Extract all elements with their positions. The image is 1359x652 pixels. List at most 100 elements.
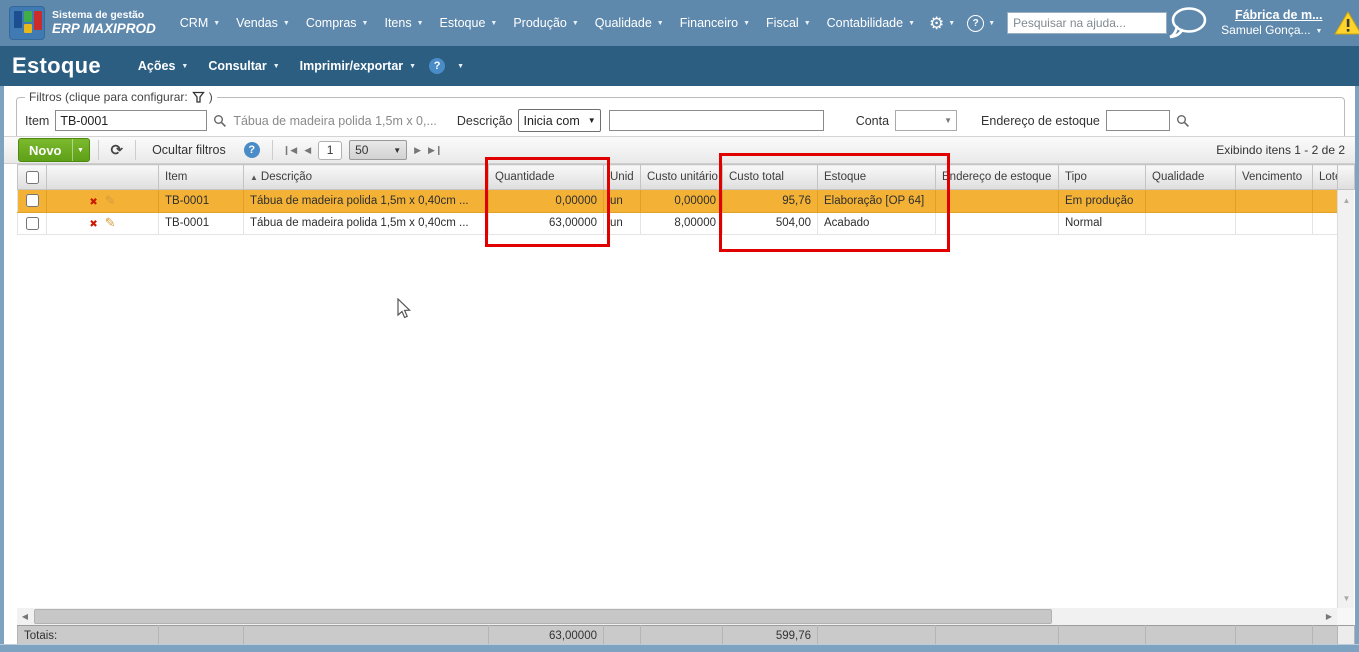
topbar-menu-qualidade[interactable]: Qualidade ▼ — [587, 10, 672, 36]
search-icon[interactable] — [213, 114, 227, 128]
topbar-menu-producao[interactable]: Produção ▼ — [505, 10, 586, 36]
company-link[interactable]: Fábrica de m... — [1221, 7, 1323, 23]
select-all-header — [17, 164, 47, 190]
refresh-icon[interactable]: ⟳ — [107, 141, 128, 159]
pagebar: Estoque Ações ▼ Consultar ▼ Imprimir/expor… — [0, 46, 1359, 86]
hide-filters-button[interactable]: Ocultar filtros — [144, 141, 234, 159]
filters-legend[interactable]: Filtros (clique para configurar: ) — [25, 90, 217, 104]
cell-qualidade — [1145, 212, 1236, 235]
horizontal-scrollbar[interactable]: ◀ ▶ — [17, 608, 1337, 625]
select-all-checkbox[interactable] — [25, 170, 39, 184]
help-menu[interactable]: ? ▼ — [961, 14, 1001, 32]
new-button[interactable]: Novo ▼ — [18, 138, 90, 162]
vertical-scrollbar[interactable]: ▲ ▼ — [1337, 190, 1354, 608]
col-tipo[interactable]: Tipo — [1058, 164, 1146, 190]
prev-page-icon[interactable]: ◀ — [304, 145, 311, 155]
col-vencimento[interactable]: Vencimento — [1235, 164, 1313, 190]
col-custo-unitario[interactable]: Custo unitário — [640, 164, 723, 190]
chat-bubble-icon[interactable] — [1167, 6, 1209, 40]
chevron-down-icon: ▼ — [988, 19, 996, 27]
col-qualidade[interactable]: Qualidade — [1145, 164, 1236, 190]
menu-imprimir-exportar[interactable]: Imprimir/exportar ▼ — [291, 54, 425, 78]
row-actions: ✖ ✎ — [46, 190, 159, 213]
cell-tipo: Normal — [1058, 212, 1146, 235]
topbar-menu-crm[interactable]: CRM ▼ — [172, 10, 228, 36]
user-menu[interactable]: Samuel Gonça... ▼ — [1221, 23, 1322, 39]
table-row[interactable]: ✖ ✎ TB-0001 Tábua de madeira polida 1,5m … — [17, 190, 1338, 213]
frame-bottom — [0, 644, 1359, 652]
pager: ❙◀ ◀ 1 50 ▼ ▶ ▶❙ — [283, 140, 443, 160]
col-endereco[interactable]: Endereço de estoque — [935, 164, 1059, 190]
filters-row: Item Tábua de madeira polida 1,5m x 0,..… — [25, 109, 1336, 132]
menu-consultar[interactable]: Consultar ▼ — [199, 54, 288, 78]
col-lote[interactable]: Lote — [1312, 164, 1338, 190]
item-filter-input[interactable] — [55, 110, 208, 131]
edit-pencil-icon[interactable]: ✎ — [105, 215, 116, 230]
chevron-down-icon: ▼ — [272, 62, 280, 70]
row-checkbox[interactable] — [25, 194, 39, 208]
topbar: Sistema de gestão ERP MAXIPROD CRM ▼ Vend… — [0, 0, 1359, 46]
horizontal-scrollbar-thumb[interactable] — [34, 609, 1052, 624]
cell-item: TB-0001 — [158, 212, 244, 235]
col-quantidade[interactable]: Quantidade — [488, 164, 604, 190]
descricao-filter-input[interactable] — [608, 110, 824, 131]
cell-endereco — [935, 212, 1059, 235]
chevron-down-icon: ▼ — [416, 19, 424, 27]
cell-vencimento — [1235, 212, 1313, 235]
items-count-status: Exibindo itens 1 - 2 de 2 — [1216, 143, 1345, 157]
endereco-filter-input[interactable] — [1105, 110, 1170, 131]
cell-custo-unitario: 8,00000 — [640, 212, 723, 235]
chevron-down-icon: ▼ — [490, 19, 498, 27]
topbar-menu-estoque[interactable]: Estoque ▼ — [432, 10, 506, 36]
delete-icon[interactable]: ✖ — [89, 219, 97, 230]
topbar-menu-itens[interactable]: Itens ▼ — [376, 10, 431, 36]
search-icon[interactable] — [1176, 114, 1190, 128]
last-page-icon[interactable]: ▶❙ — [428, 145, 442, 155]
topbar-menu-financeiro[interactable]: Financeiro ▼ — [672, 10, 758, 36]
col-descricao[interactable]: ▲ Descrição — [243, 164, 489, 190]
col-custo-total[interactable]: Custo total — [722, 164, 818, 190]
help-icon: ? — [967, 14, 985, 32]
conta-select[interactable]: ▼ — [895, 110, 958, 131]
toolbar-help-icon[interactable]: ? — [243, 142, 260, 158]
row-checkbox[interactable] — [25, 216, 39, 230]
cell-unid: un — [603, 212, 641, 235]
menu-acoes[interactable]: Ações ▼ — [129, 54, 197, 78]
settings-menu[interactable]: ⚙ ▼ — [923, 15, 961, 32]
descricao-label: Descrição — [456, 113, 513, 128]
help-search-input[interactable] — [1007, 12, 1168, 34]
edit-pencil-icon[interactable]: ✎ — [105, 193, 116, 208]
app-logo-icon[interactable] — [10, 7, 44, 39]
scroll-right-icon[interactable]: ▶ — [1321, 608, 1337, 625]
cell-qualidade — [1145, 190, 1236, 213]
separator — [271, 140, 273, 160]
topbar-menu-fiscal[interactable]: Fiscal ▼ — [758, 10, 819, 36]
page-size-select[interactable]: 50 ▼ — [349, 140, 408, 160]
table-row[interactable]: ✖ ✎ TB-0001 Tábua de madeira polida 1,5m … — [17, 212, 1338, 235]
next-page-icon[interactable]: ▶ — [414, 145, 421, 155]
delete-icon[interactable]: ✖ — [89, 197, 97, 208]
warning-icon[interactable] — [1334, 10, 1359, 36]
page-number-input[interactable]: 1 — [318, 140, 343, 160]
scroll-left-icon[interactable]: ◀ — [17, 608, 33, 625]
descricao-operator-select[interactable]: Inicia com ▼ — [518, 109, 601, 132]
page-title: Estoque — [12, 53, 101, 78]
col-item[interactable]: Item — [158, 164, 244, 190]
first-page-icon[interactable]: ❙◀ — [283, 145, 297, 155]
chevron-down-icon[interactable]: ▼ — [451, 63, 470, 70]
cell-unid: un — [603, 190, 641, 213]
page-help-icon[interactable]: ? — [429, 58, 446, 74]
brand: Sistema de gestão ERP MAXIPROD — [52, 9, 156, 37]
topbar-menu-contabilidade[interactable]: Contabilidade ▼ — [819, 10, 923, 36]
scrollbar-header-stub — [1337, 164, 1355, 190]
item-description-hint: Tábua de madeira polida 1,5m x 0,... — [233, 113, 437, 128]
topbar-menu-vendas[interactable]: Vendas ▼ — [228, 10, 298, 36]
scroll-down-icon[interactable]: ▼ — [1338, 590, 1355, 606]
col-estoque[interactable]: Estoque — [817, 164, 936, 190]
row-actions: ✖ ✎ — [46, 212, 159, 235]
scrollbar-corner — [1337, 608, 1354, 625]
col-unid[interactable]: Unid — [603, 164, 641, 190]
new-button-dropdown[interactable]: ▼ — [71, 139, 89, 161]
scroll-up-icon[interactable]: ▲ — [1338, 192, 1355, 208]
topbar-menu-compras[interactable]: Compras ▼ — [298, 10, 377, 36]
